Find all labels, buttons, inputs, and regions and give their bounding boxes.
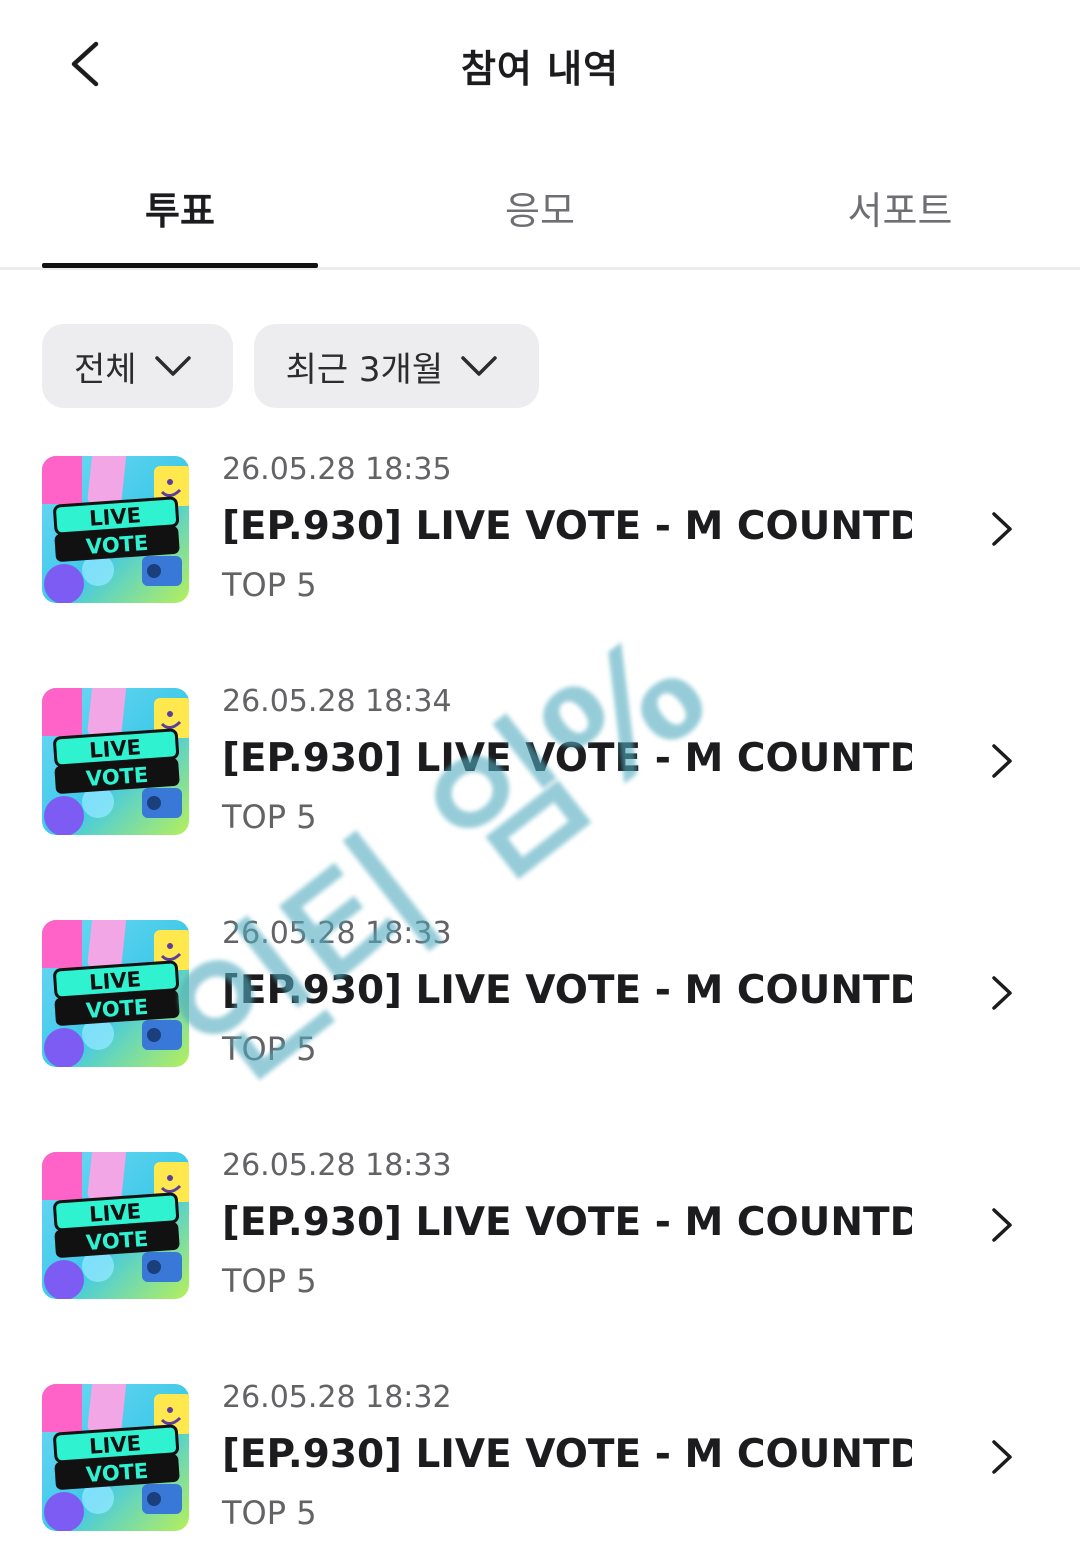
thumbnail-text-vote: VOTE — [85, 531, 149, 559]
thumbnail-text-live: LIVE — [88, 503, 141, 531]
list-item[interactable]: LIVE VOTE 26.05.28 18:33 [EP.930] LIVE VO… — [0, 912, 1080, 1072]
thumbnail-text-live: LIVE — [88, 967, 141, 995]
vote-thumbnail: LIVE VOTE — [42, 688, 189, 835]
tab-bar: 투표 응모 서포트 — [0, 150, 1080, 270]
item-title: [EP.930] LIVE VOTE - M COUNTD... — [222, 968, 912, 1013]
thumbnail-text-vote: VOTE — [85, 995, 149, 1023]
thumbnail-text-live: LIVE — [88, 1431, 141, 1459]
item-subtitle: TOP 5 — [222, 1262, 317, 1300]
thumbnail-text-live: LIVE — [88, 735, 141, 763]
item-title: [EP.930] LIVE VOTE - M COUNTD... — [222, 736, 912, 781]
item-subtitle: TOP 5 — [222, 1030, 317, 1068]
vote-thumbnail: LIVE VOTE — [42, 456, 189, 603]
tab-entry[interactable]: 응모 — [360, 180, 720, 235]
chevron-right-icon — [988, 1206, 1016, 1244]
vote-thumbnail: LIVE VOTE — [42, 920, 189, 1067]
tab-support[interactable]: 서포트 — [720, 180, 1080, 235]
thumbnail-text-live: LIVE — [88, 1199, 141, 1227]
thumbnail-text-vote: VOTE — [85, 763, 149, 791]
chevron-down-icon — [154, 356, 191, 376]
list-item[interactable]: LIVE VOTE 26.05.28 18:33 [EP.930] LIVE VO… — [0, 1144, 1080, 1304]
tab-vote[interactable]: 투표 — [0, 180, 360, 235]
period-filter-label: 최근 3개월 — [285, 349, 444, 390]
active-tab-indicator — [42, 263, 318, 268]
item-subtitle: TOP 5 — [222, 566, 317, 604]
category-filter-label: 전체 — [74, 349, 137, 390]
item-title: [EP.930] LIVE VOTE - M COUNTD... — [222, 504, 912, 549]
list-item[interactable]: LIVE VOTE 26.05.28 18:32 [EP.930] LIVE VO… — [0, 1376, 1080, 1536]
page-title: 참여 내역 — [460, 47, 620, 91]
list-item[interactable]: LIVE VOTE 26.05.28 18:34 [EP.930] LIVE VO… — [0, 680, 1080, 840]
chevron-right-icon — [988, 742, 1016, 780]
chevron-right-icon — [988, 510, 1016, 548]
item-title: [EP.930] LIVE VOTE - M COUNTD... — [222, 1200, 912, 1245]
period-filter-dropdown[interactable]: 최근 3개월 — [253, 324, 540, 408]
chevron-right-icon — [988, 974, 1016, 1012]
item-title: [EP.930] LIVE VOTE - M COUNTD... — [222, 1432, 912, 1477]
item-subtitle: TOP 5 — [222, 798, 317, 836]
header: 참여 내역 — [0, 0, 1080, 130]
item-date: 26.05.28 18:33 — [222, 1148, 452, 1183]
vote-thumbnail: LIVE VOTE — [42, 1384, 189, 1531]
vote-thumbnail: LIVE VOTE — [42, 1152, 189, 1299]
chevron-down-icon — [461, 356, 497, 376]
chevron-right-icon — [988, 1438, 1016, 1476]
filter-bar: 전체 최근 3개월 — [42, 324, 540, 408]
category-filter-dropdown[interactable]: 전체 — [42, 324, 233, 408]
thumbnail-text-vote: VOTE — [85, 1227, 149, 1255]
item-date: 26.05.28 18:32 — [222, 1380, 452, 1415]
item-date: 26.05.28 18:35 — [222, 452, 452, 487]
thumbnail-text-vote: VOTE — [85, 1459, 149, 1487]
list-item[interactable]: LIVE VOTE 26.05.28 18:35 [EP.930] LIVE VO… — [0, 448, 1080, 608]
item-subtitle: TOP 5 — [222, 1494, 317, 1532]
item-date: 26.05.28 18:34 — [222, 684, 452, 719]
item-date: 26.05.28 18:33 — [222, 916, 452, 951]
